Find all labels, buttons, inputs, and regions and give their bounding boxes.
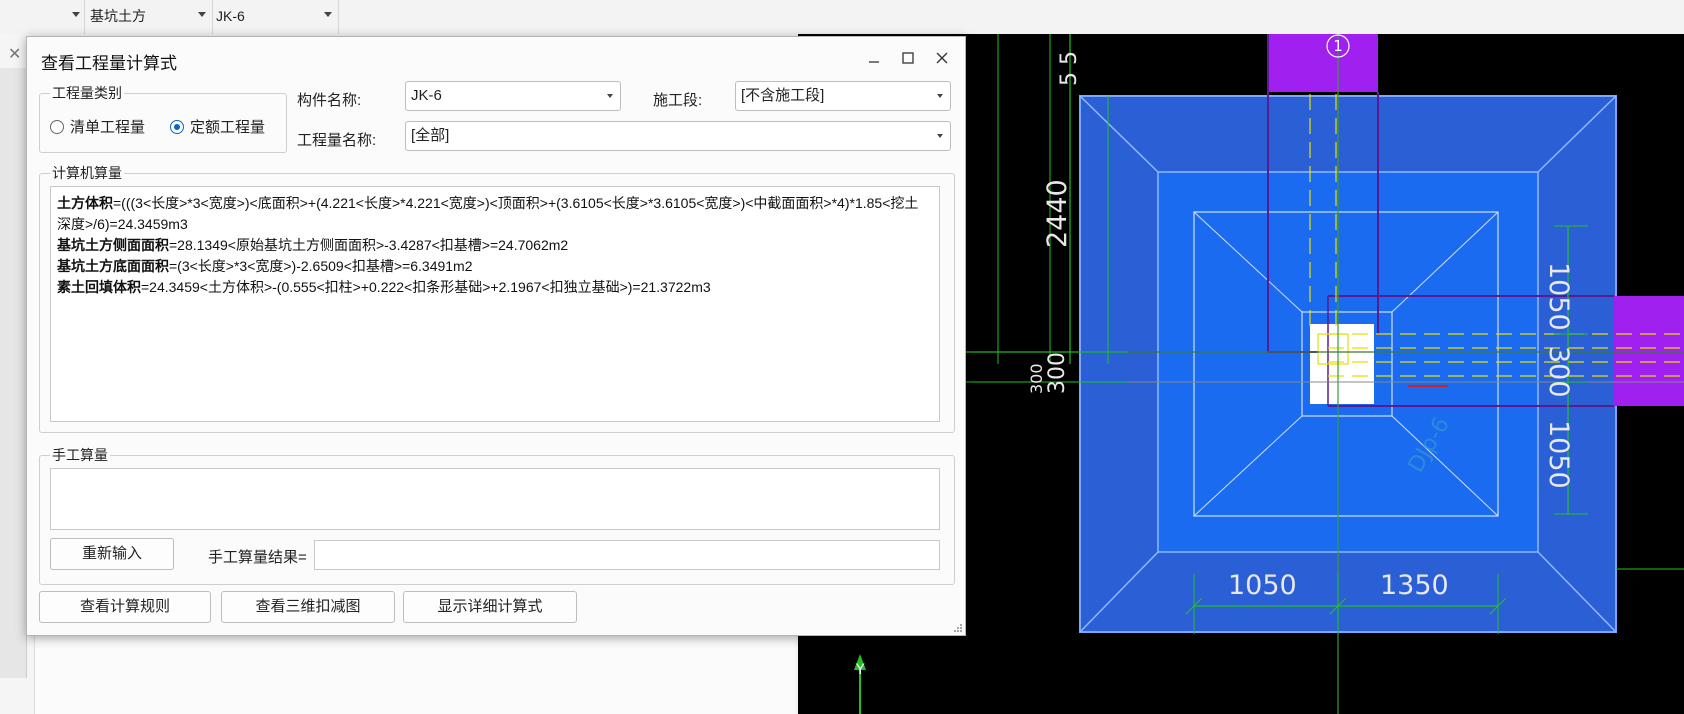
purple-column-right <box>1614 296 1684 406</box>
component-name-select[interactable]: JK-6 <box>405 81 621 111</box>
dimension-2440: 2440 <box>1042 179 1073 248</box>
resize-grip-icon[interactable] <box>953 623 963 633</box>
toolbar-dropdown-3[interactable]: JK-6 <box>212 0 339 34</box>
view-calc-rules-button[interactable]: 查看计算规则 <box>39 591 211 623</box>
show-detail-formula-button[interactable]: 显示详细计算式 <box>403 591 577 623</box>
chevron-down-icon <box>937 94 943 98</box>
chevron-down-icon <box>937 134 943 138</box>
quantity-formula-dialog: 查看工程量计算式 工程量类别 清单工程量 定额工程量 构件名称: JK-6 施工… <box>26 36 966 636</box>
manual-calc-group: 手工算量 重新输入 手工算量结果= <box>39 446 955 585</box>
dimension-right-top: 1050 <box>1543 262 1574 331</box>
radio-circle <box>50 119 64 134</box>
minimize-icon[interactable] <box>859 45 889 71</box>
panel-close-icon[interactable]: ✕ <box>8 44 21 64</box>
manual-calc-label: 手工算量 <box>50 446 110 464</box>
computer-calc-label: 计算机算量 <box>50 164 124 182</box>
dimension-left-small-a: 300 <box>1027 363 1046 394</box>
chevron-down-icon <box>72 12 80 17</box>
y-axis-label: Y <box>855 662 865 678</box>
construction-section-select[interactable]: [不含施工段] <box>735 81 951 111</box>
left-panel-strip <box>0 68 27 678</box>
dimension-bottom-left: 1050 <box>1228 570 1297 601</box>
computer-calc-group: 计算机算量 土方体积=(((3<长度>*3<宽度>)<底面积>+(4.221<长… <box>39 164 955 433</box>
maximize-icon[interactable] <box>893 45 923 71</box>
quantity-type-label: 工程量类别 <box>50 84 124 102</box>
quantity-name-select[interactable]: [全部] <box>405 121 951 151</box>
dimension-bottom-right: 1350 <box>1380 570 1449 601</box>
close-icon[interactable] <box>927 45 957 71</box>
chevron-down-icon <box>198 12 206 17</box>
toolbar-dropdown-2[interactable]: 基坑土方 <box>86 0 213 34</box>
calc-line-earth-volume: 土方体积=(((3<长度>*3<宽度>)<底面积>+(4.221<长度>*4.2… <box>57 195 919 232</box>
chevron-down-icon <box>324 12 332 17</box>
dimension-right-middle: 300 <box>1543 346 1574 398</box>
dimension-top-partial: 5 5 <box>1057 51 1082 86</box>
reenter-button[interactable]: 重新输入 <box>50 538 174 570</box>
purple-column-top <box>1268 34 1378 92</box>
radio-bill-quantity[interactable]: 清单工程量 <box>50 116 145 137</box>
top-toolbar: 基坑土方 JK-6 <box>0 0 1684 35</box>
component-name-label: 构件名称: <box>297 92 362 109</box>
manual-result-label: 手工算量结果= <box>208 549 307 566</box>
radio-circle-selected <box>170 119 184 134</box>
left-panel-content <box>34 634 795 714</box>
quantity-name-label: 工程量名称: <box>297 132 377 149</box>
dialog-title: 查看工程量计算式 <box>41 54 177 73</box>
manual-result-field[interactable] <box>314 540 940 570</box>
view-3d-deduction-button[interactable]: 查看三维扣减图 <box>221 591 395 623</box>
manual-calc-textbox[interactable] <box>50 468 940 530</box>
dimension-right-bottom: 1050 <box>1543 420 1574 489</box>
construction-section-label: 施工段: <box>653 92 703 109</box>
chevron-down-icon <box>607 94 613 98</box>
axis-marker-label: 1 <box>1333 37 1343 55</box>
radio-quota-quantity[interactable]: 定额工程量 <box>170 116 265 137</box>
dimension-left-small-b: 300 <box>1045 352 1070 394</box>
quantity-type-group: 工程量类别 清单工程量 定额工程量 <box>39 84 287 153</box>
calc-line-side-area: 基坑土方侧面面积=28.1349<原始基坑土方侧面面积>-3.4287<扣基槽>… <box>57 237 569 253</box>
calc-line-bottom-area: 基坑土方底面面积=(3<长度>*3<宽度>)-2.6509<扣基槽>=6.349… <box>57 258 473 274</box>
calc-line-backfill-volume: 素土回填体积=24.3459<土方体积>-(0.555<扣柱>+0.222<扣条… <box>57 279 711 295</box>
computer-calc-textbox[interactable]: 土方体积=(((3<长度>*3<宽度>)<底面积>+(4.221<长度>*4.2… <box>50 186 940 422</box>
toolbar-dropdown-1[interactable] <box>0 0 85 34</box>
calc-formula-lines: 土方体积=(((3<长度>*3<宽度>)<底面积>+(4.221<长度>*4.2… <box>57 193 931 298</box>
